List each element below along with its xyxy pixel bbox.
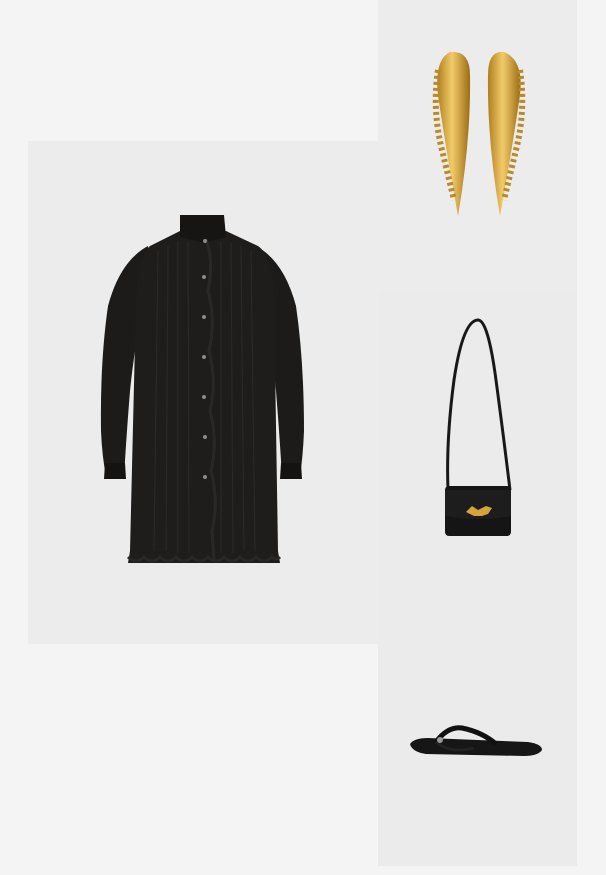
dress-product-tile[interactable]: [28, 141, 378, 644]
earrings-image: [432, 51, 526, 216]
bag-product-tile[interactable]: [378, 290, 577, 578]
sandal-product-tile[interactable]: [378, 578, 577, 866]
bag-image: [445, 318, 512, 536]
earrings-product-tile[interactable]: [378, 0, 577, 290]
sandal-image: [410, 725, 542, 756]
dress-image: [100, 215, 304, 563]
